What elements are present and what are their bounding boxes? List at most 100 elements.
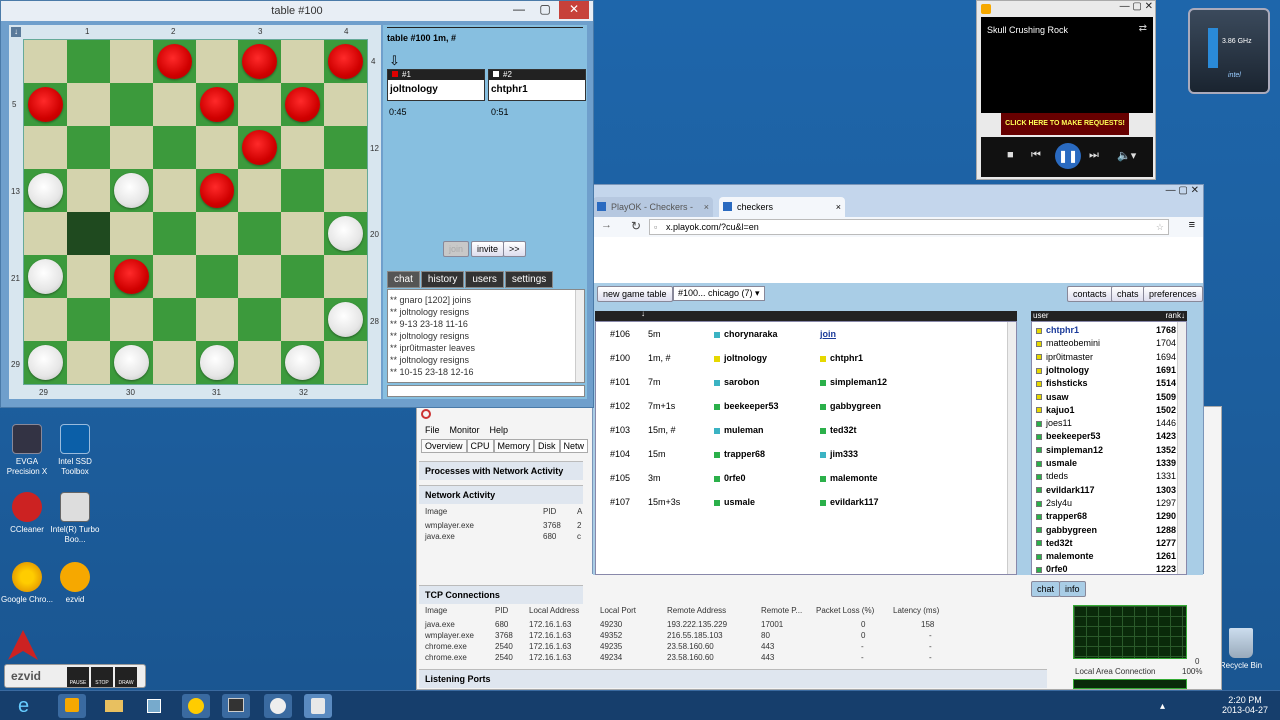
draw-button[interactable]: DRAW (115, 667, 137, 687)
board-square[interactable] (324, 255, 367, 298)
red-piece[interactable] (242, 44, 278, 79)
board-square[interactable] (324, 40, 367, 83)
board-square[interactable] (152, 126, 196, 169)
board-square[interactable] (238, 341, 282, 384)
player-name[interactable]: gabbygreen (820, 394, 881, 418)
board-square[interactable] (238, 298, 282, 341)
board-square[interactable] (152, 298, 196, 341)
room-select[interactable]: #100... chicago (7) ▾ (673, 286, 765, 301)
user-row[interactable]: trapper68 1290 (1036, 510, 1188, 523)
board-square[interactable] (195, 169, 239, 212)
section-listening[interactable]: Listening Ports (419, 669, 1047, 688)
tcp-header[interactable]: Latency (ms) (893, 606, 939, 615)
java-taskbar-icon[interactable] (304, 694, 332, 718)
tcp-header[interactable]: Local Port (600, 606, 636, 615)
desktop-icon-recycle-bin[interactable]: Recycle Bin (1214, 628, 1268, 671)
board-square[interactable] (66, 169, 110, 212)
table-row[interactable]: #107 15m+3s usmale evildark117 (604, 490, 1024, 514)
tab-users[interactable]: users (465, 271, 504, 288)
close-icon[interactable]: ✕ (559, 1, 589, 19)
taskmgr-taskbar-icon[interactable] (222, 694, 250, 718)
board-square[interactable] (324, 169, 367, 212)
tray-icons[interactable]: ▴ (1160, 701, 1165, 712)
clock[interactable]: 2:20 PM 2013-04-27 (1220, 695, 1270, 715)
address-bar[interactable]: ▫ x.playok.com/?cu&l=en ☆ (649, 219, 1169, 235)
new-game-button[interactable]: new game table (597, 286, 673, 302)
user-row[interactable]: 0rfe0 1223 (1036, 563, 1188, 576)
board-square[interactable] (195, 298, 239, 341)
board-square[interactable] (324, 212, 367, 255)
red-piece[interactable] (242, 130, 278, 165)
board-square[interactable] (195, 341, 239, 384)
chrome-taskbar-icon[interactable] (182, 694, 210, 718)
users-header-rank[interactable]: rank↓ (1165, 311, 1185, 321)
user-row[interactable]: joltnology 1691 (1036, 364, 1188, 377)
invite-button[interactable]: invite (471, 241, 505, 257)
browser-tab-checkers[interactable]: checkers × (719, 197, 845, 217)
net-header-a[interactable]: A (577, 507, 582, 516)
board-square[interactable] (24, 298, 67, 341)
red-piece[interactable] (113, 259, 149, 294)
board-square[interactable] (24, 169, 67, 212)
user-row[interactable]: chtphr1 1768 (1036, 324, 1188, 337)
section-network[interactable]: Network Activity (419, 485, 583, 504)
player1-card[interactable]: #1 joltnology (387, 69, 485, 101)
player-name[interactable]: jim333 (820, 442, 858, 466)
info-button[interactable]: info (1059, 581, 1086, 597)
tcp-header[interactable]: Image (425, 606, 447, 615)
board-square[interactable] (109, 255, 153, 298)
red-piece[interactable] (28, 87, 63, 122)
media-window-controls[interactable]: — ▢ ✕ (1120, 1, 1153, 12)
board-square[interactable] (109, 341, 153, 384)
player-name[interactable]: evildark117 (820, 490, 879, 514)
board-square[interactable] (281, 83, 325, 126)
white-piece[interactable] (28, 173, 63, 208)
player-name[interactable]: usmale (714, 490, 755, 514)
white-piece[interactable] (199, 345, 235, 380)
more-button[interactable]: >> (503, 241, 526, 257)
tcp-header[interactable]: Local Address (529, 606, 579, 615)
sort-arrow-icon[interactable]: ↓ (641, 309, 645, 318)
desktop-icon-chrome[interactable]: Google Chro... (0, 562, 54, 605)
board-square[interactable] (195, 83, 239, 126)
control-panel-icon[interactable] (140, 694, 168, 718)
net-header-pid[interactable]: PID (543, 507, 556, 516)
board-square[interactable] (324, 83, 367, 126)
maximize-icon[interactable]: ▢ (533, 1, 557, 19)
player-name[interactable]: chorynaraka (714, 322, 778, 346)
desktop-icon-evga[interactable]: EVGA Precision X (0, 424, 54, 477)
pause-button[interactable]: PAUSE (67, 667, 89, 687)
user-row[interactable]: usmale 1339 (1036, 457, 1188, 470)
tcp-header[interactable]: Packet Loss (%) (816, 606, 874, 615)
user-row[interactable]: evildark117 1303 (1036, 484, 1188, 497)
menu-file[interactable]: File (425, 425, 440, 435)
user-row[interactable]: malemonte 1261 (1036, 550, 1188, 563)
board-square[interactable] (24, 255, 67, 298)
board-square[interactable] (238, 255, 282, 298)
tab-disk[interactable]: Disk (534, 439, 560, 453)
player-name[interactable]: ted32t (820, 418, 857, 442)
table-row[interactable]: #101 7m sarobon simpleman12 (604, 370, 1024, 394)
folder-icon[interactable] (100, 694, 128, 718)
close-icon[interactable]: × (704, 197, 709, 217)
tcp-cell[interactable]: java.exe (425, 620, 455, 629)
request-banner[interactable]: CLICK HERE TO MAKE REQUESTS! (1001, 113, 1129, 135)
contacts-button[interactable]: contacts (1067, 286, 1113, 302)
red-piece[interactable] (285, 87, 321, 122)
tab-memory[interactable]: Memory (493, 439, 535, 453)
player-name[interactable]: 0rfe0 (714, 466, 746, 490)
net-row-image[interactable]: wmplayer.exe (425, 521, 474, 530)
chat-input[interactable] (387, 385, 585, 397)
red-piece[interactable] (199, 87, 235, 122)
user-row[interactable]: ted32t 1277 (1036, 537, 1188, 550)
player-name[interactable]: simpleman12 (820, 370, 887, 394)
tab-cpu[interactable]: CPU (466, 439, 494, 453)
board-square[interactable] (238, 126, 282, 169)
desktop-icon-ccleaner[interactable]: CCleaner (0, 492, 54, 535)
board-square[interactable] (195, 212, 239, 255)
board-square[interactable] (66, 212, 110, 255)
board-square[interactable] (152, 83, 196, 126)
board-square[interactable] (24, 126, 67, 169)
reload-icon[interactable]: ↻ (631, 219, 641, 233)
player-name[interactable]: malemonte (820, 466, 878, 490)
